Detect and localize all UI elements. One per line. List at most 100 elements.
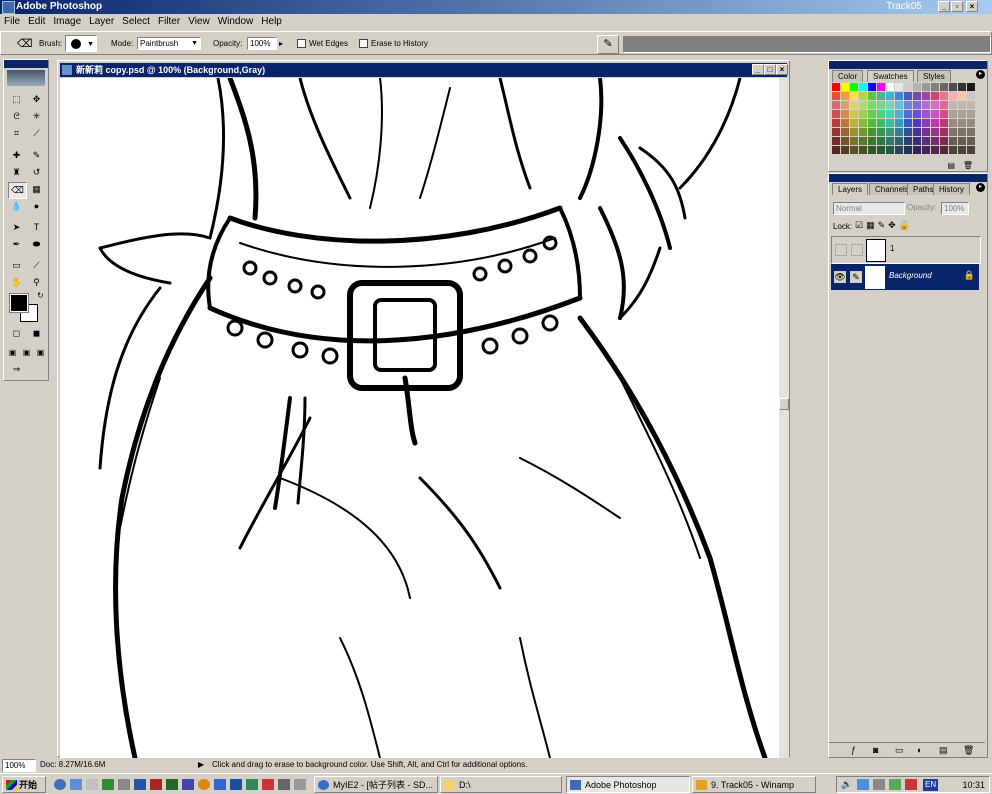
layer-row-background[interactable]: 👁 ✎ Background 🔒 (831, 264, 979, 290)
swatch[interactable] (832, 110, 840, 118)
zoom-field[interactable]: 100% (2, 759, 36, 772)
swatch[interactable] (940, 110, 948, 118)
swatch[interactable] (877, 92, 885, 100)
menu-edit[interactable]: Edit (24, 14, 49, 30)
swatch[interactable] (967, 119, 975, 127)
swatch[interactable] (922, 128, 930, 136)
lock-options-icons[interactable]: ☑▦✎✥🔒 (855, 220, 913, 231)
swatch[interactable] (913, 128, 921, 136)
doc-minimize-button[interactable]: _ (752, 64, 764, 75)
swatch[interactable] (958, 119, 966, 127)
swatch[interactable] (859, 137, 867, 145)
swatch[interactable] (967, 146, 975, 154)
swatch[interactable] (850, 83, 858, 91)
swatch[interactable] (886, 137, 894, 145)
swatch[interactable] (832, 101, 840, 109)
minimize-button[interactable]: _ (938, 1, 950, 12)
tab-layers[interactable]: Layers (832, 183, 869, 195)
vertical-scrollbar[interactable] (779, 78, 789, 758)
swatch[interactable] (832, 146, 840, 154)
swatch-grid[interactable] (832, 83, 982, 161)
quicklaunch-icon[interactable] (118, 779, 130, 790)
swatch[interactable] (958, 137, 966, 145)
magic-wand-icon[interactable]: ✳ (28, 109, 45, 124)
swatch[interactable] (895, 119, 903, 127)
swatch[interactable] (886, 101, 894, 109)
quicklaunch-icon[interactable] (182, 779, 194, 790)
restore-button[interactable]: ▫ (951, 1, 963, 12)
status-arrow-icon[interactable]: ▶ (198, 758, 204, 772)
quicklaunch-icon[interactable] (214, 779, 226, 790)
swatch[interactable] (832, 83, 840, 91)
swatch[interactable] (841, 92, 849, 100)
ie-icon[interactable] (54, 779, 66, 790)
layer-opacity-input[interactable]: 100% (941, 202, 969, 215)
adjustment-layer-icon[interactable]: ◐ (917, 743, 922, 757)
swatch[interactable] (904, 83, 912, 91)
doc-maximize-button[interactable]: □ (764, 64, 776, 75)
type-tool-icon[interactable]: T (28, 220, 45, 235)
layer-style-icon[interactable]: ƒ (851, 743, 856, 757)
swatch[interactable] (832, 128, 840, 136)
swatch[interactable] (958, 128, 966, 136)
menu-window[interactable]: Window (214, 14, 258, 30)
swatch[interactable] (940, 137, 948, 145)
menu-layer[interactable]: Layer (85, 14, 118, 30)
swatch[interactable] (958, 83, 966, 91)
swatch[interactable] (850, 146, 858, 154)
swatch[interactable] (940, 101, 948, 109)
swatch[interactable] (913, 146, 921, 154)
swatch[interactable] (859, 101, 867, 109)
trash-icon[interactable]: 🗑 (963, 161, 973, 170)
swatch[interactable] (931, 83, 939, 91)
screen-mode-full-icon[interactable]: ▣ (32, 345, 49, 360)
swatch[interactable] (859, 119, 867, 127)
swatch[interactable] (940, 83, 948, 91)
task-myie2[interactable]: MyIE2 - [帖子列表 - SD... (314, 776, 438, 793)
new-swatch-icon[interactable]: ▤ (947, 161, 955, 170)
swatch[interactable] (967, 128, 975, 136)
quick-mask-icon[interactable]: ◼ (28, 326, 45, 341)
word-icon[interactable] (230, 779, 242, 790)
swatch[interactable] (904, 128, 912, 136)
notes-tool-icon[interactable]: ▭ (8, 258, 25, 273)
swatch[interactable] (868, 83, 876, 91)
mode-select[interactable]: Paintbrush ▼ (137, 37, 201, 50)
outlook-icon[interactable] (70, 779, 82, 790)
swatch[interactable] (886, 119, 894, 127)
standard-mode-icon[interactable]: ◻ (8, 326, 25, 341)
swatch[interactable] (877, 119, 885, 127)
swatch[interactable] (913, 92, 921, 100)
swatch[interactable] (841, 110, 849, 118)
swatch[interactable] (895, 101, 903, 109)
menu-filter[interactable]: Filter (154, 14, 184, 30)
swatch[interactable] (886, 146, 894, 154)
excel-icon[interactable] (246, 779, 258, 790)
swatch[interactable] (922, 146, 930, 154)
swatch[interactable] (904, 137, 912, 145)
swatch[interactable] (868, 92, 876, 100)
swatch[interactable] (904, 110, 912, 118)
swatch[interactable] (958, 92, 966, 100)
task-explorer[interactable]: D:\ (440, 776, 562, 793)
swatch[interactable] (877, 83, 885, 91)
opacity-arrow-icon[interactable]: ▸ (279, 39, 283, 48)
swatch[interactable] (859, 110, 867, 118)
blur-tool-icon[interactable]: 💧 (8, 199, 25, 214)
swatch[interactable] (841, 137, 849, 145)
swatch[interactable] (949, 137, 957, 145)
layer-set-icon[interactable]: ▭ (895, 743, 904, 757)
swatch[interactable] (877, 101, 885, 109)
swatch[interactable] (913, 137, 921, 145)
swatch[interactable] (922, 119, 930, 127)
gradient-tool-icon[interactable]: ▦ (28, 182, 45, 197)
swatch[interactable] (931, 92, 939, 100)
image-canvas[interactable] (60, 78, 779, 758)
swatch[interactable] (841, 146, 849, 154)
dodge-tool-icon[interactable]: ● (28, 199, 45, 214)
swatch[interactable] (949, 110, 957, 118)
eyedropper-icon[interactable]: ⟋ (28, 258, 45, 273)
swatch[interactable] (841, 119, 849, 127)
slice-tool-icon[interactable]: ⟋ (28, 126, 45, 141)
swatch[interactable] (850, 110, 858, 118)
